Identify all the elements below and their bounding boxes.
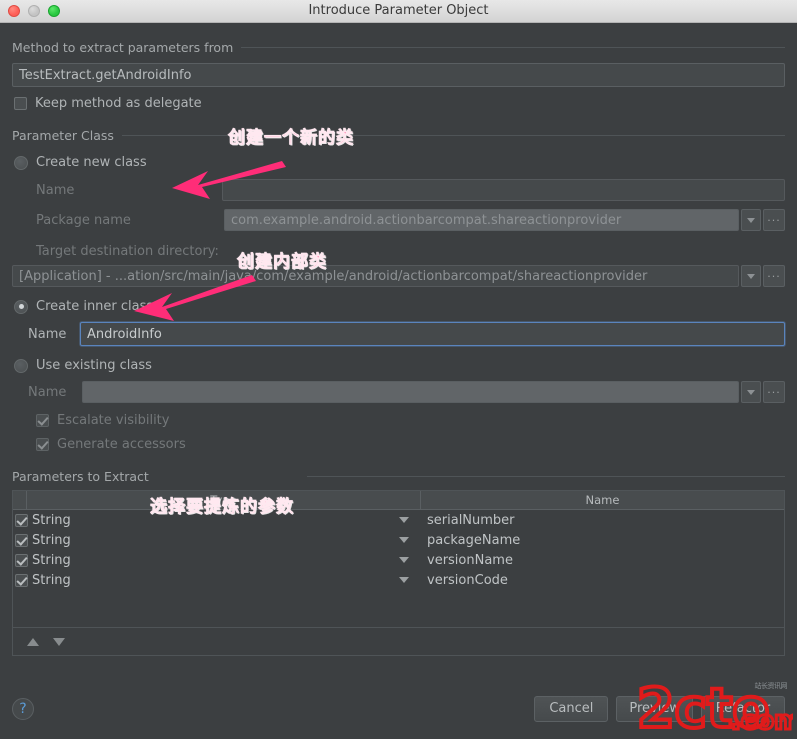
target-directory-label: Target destination directory: bbox=[36, 244, 219, 259]
cancel-button[interactable]: Cancel bbox=[534, 696, 609, 722]
parameters-section-label: Parameters to Extract bbox=[12, 468, 149, 484]
table-row[interactable]: String versionCode bbox=[13, 570, 784, 590]
row-type-dropdown-arrow-icon[interactable] bbox=[399, 517, 409, 523]
introduce-parameter-object-dialog: Method to extract parameters from TestEx… bbox=[0, 37, 797, 739]
annotation-parameters-to-extract: 选择要提炼的参数 bbox=[150, 497, 294, 518]
inner-class-name-row: Name AndroidInfo bbox=[0, 314, 797, 346]
keep-delegate-label: Keep method as delegate bbox=[35, 96, 202, 111]
annotation-create-new-class: 创建一个新的类 bbox=[228, 128, 354, 149]
zoom-button-icon[interactable] bbox=[48, 5, 60, 17]
escalate-visibility-checkbox[interactable] bbox=[36, 414, 49, 427]
table-row[interactable]: String serialNumber bbox=[13, 510, 784, 530]
section-divider bbox=[121, 134, 785, 136]
target-directory-label-row: Target destination directory: bbox=[0, 231, 797, 259]
table-header-gutter bbox=[13, 491, 27, 509]
parameter-class-section-label: Parameter Class bbox=[12, 127, 114, 143]
row-type-text: String bbox=[32, 532, 71, 548]
table-row[interactable]: String versionName bbox=[13, 550, 784, 570]
help-icon[interactable]: ? bbox=[12, 698, 34, 720]
use-existing-class-row[interactable]: Use existing class bbox=[0, 346, 797, 373]
table-body: String serialNumber String packageName S… bbox=[13, 510, 784, 590]
dialog-buttons: Cancel Preview Refactor bbox=[534, 696, 785, 722]
parameters-table: Type Name String serialNumber String pac… bbox=[12, 490, 785, 628]
use-existing-class-radio[interactable] bbox=[14, 358, 28, 373]
section-divider bbox=[306, 475, 785, 477]
existing-class-name-row: Name ... bbox=[0, 373, 797, 403]
create-new-class-radio[interactable] bbox=[14, 155, 28, 170]
row-type-dropdown-arrow-icon[interactable] bbox=[399, 557, 409, 563]
preview-button[interactable]: Preview bbox=[616, 696, 693, 722]
row-name-cell[interactable]: packageName bbox=[421, 533, 784, 548]
row-type-text: String bbox=[32, 572, 71, 588]
create-new-class-row[interactable]: Create new class bbox=[0, 145, 797, 170]
new-class-name-row: Name bbox=[0, 170, 797, 201]
inner-class-name-input[interactable]: AndroidInfo bbox=[80, 322, 785, 346]
create-inner-class-label: Create inner class bbox=[36, 299, 154, 314]
create-inner-class-row[interactable]: Create inner class bbox=[0, 287, 797, 314]
method-section-label: Method to extract parameters from bbox=[12, 39, 234, 55]
create-inner-class-radio[interactable] bbox=[14, 299, 28, 314]
package-name-dropdown-arrow-icon[interactable] bbox=[741, 209, 761, 231]
existing-class-dropdown-arrow-icon[interactable] bbox=[741, 381, 761, 403]
keep-delegate-row[interactable]: Keep method as delegate bbox=[0, 87, 797, 111]
annotation-create-inner-class: 创建内部类 bbox=[237, 252, 327, 273]
row-name-cell[interactable]: versionCode bbox=[421, 573, 784, 588]
package-name-input[interactable]: com.example.android.actionbarcompat.shar… bbox=[224, 209, 739, 231]
existing-class-name-label: Name bbox=[28, 384, 67, 400]
row-type-text: String bbox=[32, 512, 71, 528]
row-type-dropdown-arrow-icon[interactable] bbox=[399, 577, 409, 583]
generate-accessors-label: Generate accessors bbox=[57, 437, 186, 452]
row-type-cell[interactable]: String bbox=[13, 553, 421, 568]
row-type-dropdown-arrow-icon[interactable] bbox=[399, 537, 409, 543]
traffic-lights bbox=[8, 5, 60, 17]
table-header-name[interactable]: Name bbox=[421, 491, 784, 509]
table-reorder-toolbar bbox=[12, 628, 785, 656]
new-class-name-label: Name bbox=[36, 182, 75, 198]
package-name-browse-button[interactable]: ... bbox=[763, 209, 785, 231]
close-button-icon[interactable] bbox=[8, 5, 20, 17]
method-name-field[interactable]: TestExtract.getAndroidInfo bbox=[12, 63, 785, 87]
parameter-class-section-header: Parameter Class bbox=[0, 125, 797, 145]
existing-class-name-input[interactable] bbox=[82, 381, 739, 403]
target-directory-input[interactable]: [Application] - ...ation/src/main/java/c… bbox=[12, 265, 739, 287]
row-type-cell[interactable]: String bbox=[13, 573, 421, 588]
refactor-button[interactable]: Refactor bbox=[701, 696, 785, 722]
create-new-class-label: Create new class bbox=[36, 155, 147, 170]
move-up-icon[interactable] bbox=[27, 637, 39, 646]
method-section-header: Method to extract parameters from bbox=[0, 37, 797, 57]
row-name-cell[interactable]: versionName bbox=[421, 553, 784, 568]
inner-class-name-label: Name bbox=[28, 326, 67, 342]
row-checkbox[interactable] bbox=[15, 513, 28, 527]
window-titlebar: Introduce Parameter Object bbox=[0, 0, 797, 23]
section-divider bbox=[241, 46, 785, 48]
move-down-icon[interactable] bbox=[53, 637, 65, 646]
escalate-visibility-row[interactable]: Escalate visibility bbox=[0, 403, 797, 428]
minimize-button-icon[interactable] bbox=[28, 5, 40, 17]
parameters-to-extract-section: Parameters to Extract bbox=[0, 466, 797, 486]
package-name-row: Package name com.example.android.actionb… bbox=[0, 201, 797, 231]
new-class-name-input[interactable] bbox=[222, 179, 785, 201]
row-checkbox[interactable] bbox=[15, 533, 28, 547]
row-checkbox[interactable] bbox=[15, 553, 28, 567]
table-header-row: Type Name bbox=[13, 491, 784, 510]
keep-delegate-checkbox[interactable] bbox=[14, 97, 27, 110]
dialog-footer: ? Cancel Preview Refactor bbox=[0, 679, 797, 739]
target-directory-browse-button[interactable]: ... bbox=[763, 265, 785, 287]
row-type-cell[interactable]: String bbox=[13, 533, 421, 548]
generate-accessors-checkbox[interactable] bbox=[36, 438, 49, 451]
escalate-visibility-label: Escalate visibility bbox=[57, 413, 170, 428]
target-directory-dropdown-arrow-icon[interactable] bbox=[741, 265, 761, 287]
row-name-cell[interactable]: serialNumber bbox=[421, 513, 784, 528]
table-row[interactable]: String packageName bbox=[13, 530, 784, 550]
method-field-row: TestExtract.getAndroidInfo bbox=[0, 57, 797, 87]
generate-accessors-row[interactable]: Generate accessors bbox=[0, 428, 797, 452]
existing-class-browse-button[interactable]: ... bbox=[763, 381, 785, 403]
window-title: Introduce Parameter Object bbox=[308, 3, 489, 18]
row-type-text: String bbox=[32, 552, 71, 568]
package-name-label: Package name bbox=[36, 212, 131, 228]
target-directory-row: [Application] - ...ation/src/main/java/c… bbox=[0, 259, 797, 287]
use-existing-class-label: Use existing class bbox=[36, 358, 152, 373]
row-checkbox[interactable] bbox=[15, 573, 28, 587]
